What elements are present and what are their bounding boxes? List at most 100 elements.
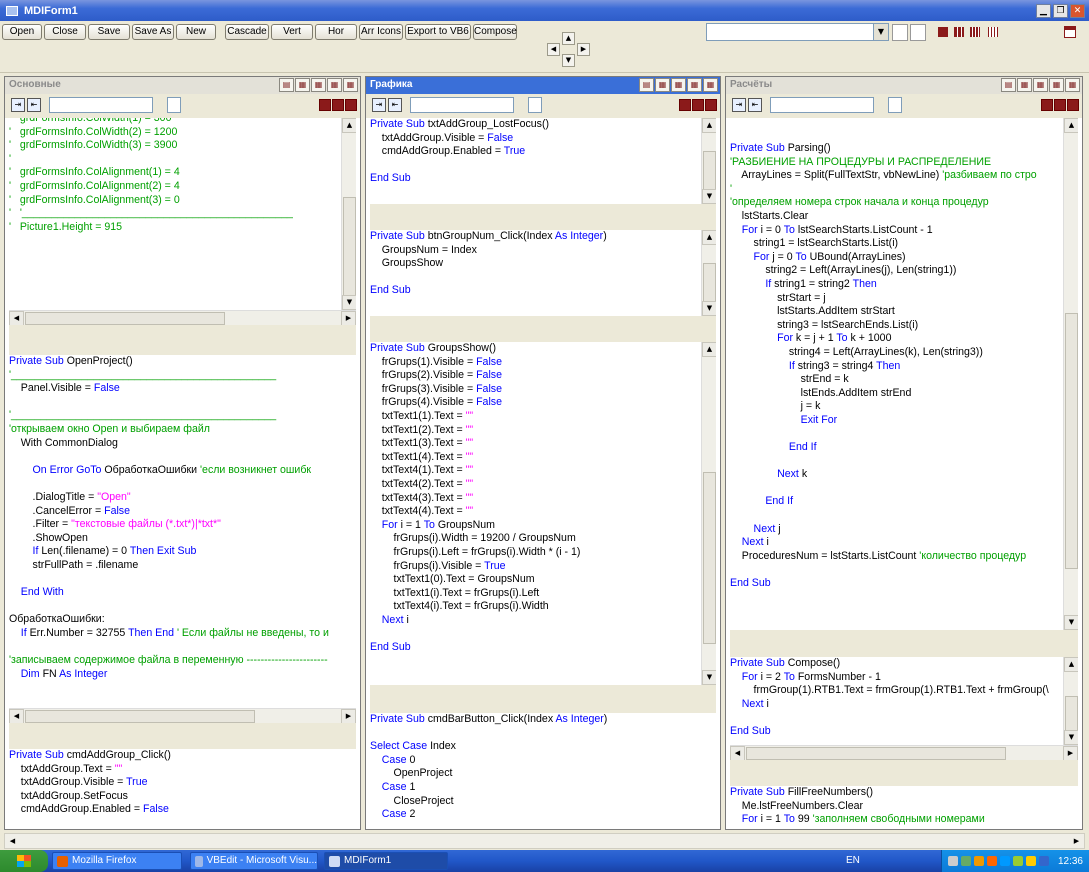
hor-button[interactable]: Hor (315, 24, 357, 40)
tray-icon-3[interactable] (973, 856, 984, 866)
scroll-left-icon[interactable]: ◀ (5, 834, 20, 848)
code-block[interactable]: Private Sub OpenProject() '______________… (9, 355, 356, 723)
scroll-right-icon[interactable]: ▶ (341, 311, 356, 325)
horizontal-scrollbar[interactable]: ◀ ▶ (9, 310, 356, 325)
pane-layout-icon[interactable]: ▦ (655, 78, 670, 92)
open-button[interactable]: Open (2, 24, 42, 40)
code-block[interactable]: Private Sub GroupsShow() frGrups(1).Visi… (370, 342, 716, 685)
small-box-2[interactable] (910, 24, 926, 41)
scroll-right-icon[interactable]: ▶ (1069, 834, 1084, 848)
main-horizontal-scrollbar[interactable]: ◀ ▶ (4, 833, 1085, 849)
start-button[interactable] (0, 850, 48, 872)
close-button[interactable]: Close (44, 24, 86, 40)
pane-title[interactable]: Расчёты ▤ ▦ ▦ ▦ ▦ (726, 77, 1082, 94)
task-firefox[interactable]: Mozilla Firefox (52, 852, 182, 870)
scroll-down-icon[interactable]: ▼ (1064, 730, 1078, 745)
vertical-scrollbar[interactable]: ▲ ▼ (701, 230, 716, 316)
outdent-icon[interactable]: ⇤ (748, 98, 762, 112)
scroll-down-icon[interactable]: ▼ (1064, 615, 1078, 630)
scroll-right-icon[interactable]: ▶ (341, 709, 356, 723)
vertical-scrollbar[interactable]: ▲ ▼ (701, 342, 716, 685)
layout-icon-2[interactable] (954, 27, 964, 37)
layout-icon-1[interactable] (938, 27, 948, 37)
task-mdiform1[interactable]: MDIForm1 (324, 852, 448, 870)
arr-icons-button[interactable]: Arr Icons (359, 24, 403, 40)
code-block[interactable]: Private Sub Compose() For i = 2 To Forms… (730, 657, 1078, 760)
vertical-scrollbar[interactable]: ▲ ▼ (1063, 118, 1078, 630)
view-icon[interactable] (1054, 99, 1066, 111)
pane-layout-icon[interactable]: ▦ (1065, 78, 1080, 92)
chevron-down-icon[interactable]: ▼ (873, 24, 888, 40)
cascade-button[interactable]: Cascade (225, 24, 269, 40)
view-icon[interactable] (679, 99, 691, 111)
scroll-thumb[interactable] (25, 312, 225, 325)
scroll-up-icon[interactable]: ▲ (702, 342, 716, 357)
export-to-vb6-button[interactable]: Export to VB6 (405, 24, 471, 40)
code-block[interactable]: Private Sub btnGroupNum_Click(Index As I… (370, 230, 716, 316)
vertical-scrollbar[interactable]: ▲ ▼ (341, 118, 356, 310)
view-icon[interactable] (692, 99, 704, 111)
pane-search-input[interactable] (410, 97, 514, 113)
scroll-thumb[interactable] (25, 710, 255, 723)
layout-icon-4[interactable] (988, 27, 998, 37)
pane-layout-icon[interactable]: ▦ (327, 78, 342, 92)
pane-small-input[interactable] (167, 97, 181, 113)
pane-layout-icon[interactable]: ▤ (639, 78, 654, 92)
pane-title[interactable]: Графика ▤ ▦ ▦ ▦ ▦ (366, 77, 720, 94)
pane-layout-icon[interactable]: ▦ (671, 78, 686, 92)
tray-icon-6[interactable] (1012, 856, 1023, 866)
save-as-button[interactable]: Save As (132, 24, 174, 40)
view-icon[interactable] (1067, 99, 1079, 111)
scroll-up-icon[interactable]: ▲ (702, 118, 716, 133)
pane-layout-icon[interactable]: ▦ (1017, 78, 1032, 92)
scroll-thumb[interactable] (703, 263, 716, 306)
close-window-button[interactable]: ✕ (1070, 3, 1085, 18)
scroll-up-icon[interactable]: ▲ (1064, 118, 1078, 133)
pane-layout-icon[interactable]: ▦ (1049, 78, 1064, 92)
tray-icon-4[interactable] (986, 856, 997, 866)
scroll-down-icon[interactable]: ▼ (342, 295, 356, 310)
pane-search-input[interactable] (770, 97, 874, 113)
indent-icon[interactable]: ⇥ (732, 98, 746, 112)
new-button[interactable]: New (176, 24, 216, 40)
scroll-left-icon[interactable]: ◀ (9, 311, 24, 325)
small-box-1[interactable] (892, 24, 908, 41)
nav-right-button[interactable]: ▶ (577, 43, 590, 56)
tray-icon-7[interactable] (1025, 856, 1036, 866)
language-indicator[interactable]: EN (846, 855, 860, 866)
horizontal-scrollbar[interactable]: ◀ ▶ (730, 745, 1078, 760)
pane-layout-icon[interactable]: ▦ (295, 78, 310, 92)
scroll-left-icon[interactable]: ◀ (9, 709, 24, 723)
scroll-left-icon[interactable]: ◀ (730, 746, 745, 760)
vert-button[interactable]: Vert (271, 24, 313, 40)
scroll-up-icon[interactable]: ▲ (342, 118, 356, 133)
indent-icon[interactable]: ⇥ (11, 98, 25, 112)
scroll-up-icon[interactable]: ▲ (1064, 657, 1078, 672)
minimize-button[interactable]: ▁ (1036, 3, 1051, 18)
horizontal-scrollbar[interactable]: ◀ ▶ (9, 708, 356, 723)
pane-layout-icon[interactable]: ▦ (687, 78, 702, 92)
pane-layout-icon[interactable]: ▦ (703, 78, 718, 92)
vertical-scrollbar[interactable]: ▲ ▼ (1063, 657, 1078, 748)
scroll-thumb[interactable] (746, 747, 1006, 760)
nav-down-button[interactable]: ▼ (562, 54, 575, 67)
tray-icon-5[interactable] (999, 856, 1010, 866)
view-icon[interactable] (1041, 99, 1053, 111)
code-block[interactable]: Private Sub Parsing() 'РАЗБИЕНИЕ НА ПРОЦЕ… (730, 118, 1078, 630)
pane-small-input[interactable] (888, 97, 902, 113)
tray-icon-1[interactable] (947, 856, 958, 866)
outdent-icon[interactable]: ⇤ (27, 98, 41, 112)
pane-layout-icon[interactable]: ▦ (343, 78, 358, 92)
view-icon[interactable] (705, 99, 717, 111)
code-block[interactable]: ' grdFormsInfo.ColWidth(1) = 300 ' grdFor… (9, 118, 356, 325)
pane-layout-icon[interactable]: ▦ (311, 78, 326, 92)
maximize-button[interactable]: ❐ (1053, 3, 1068, 18)
view-icon[interactable] (319, 99, 331, 111)
tray-icon-8[interactable] (1038, 856, 1049, 866)
scroll-down-icon[interactable]: ▼ (702, 670, 716, 685)
procedure-combo[interactable]: ▼ (706, 23, 889, 41)
pane-search-input[interactable] (49, 97, 153, 113)
scroll-down-icon[interactable]: ▼ (702, 189, 716, 204)
code-block[interactable]: Private Sub cmdAddGroup_Click() txtAddGr… (9, 749, 356, 827)
pane-layout-icon[interactable]: ▦ (1033, 78, 1048, 92)
